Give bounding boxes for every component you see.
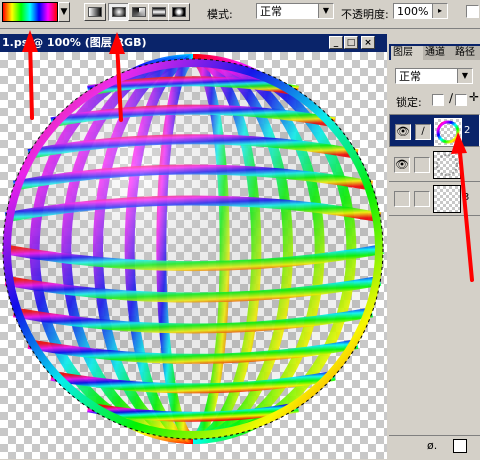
arrow-gradient-picker-icon bbox=[22, 30, 38, 120]
arrow-layer-thumbnail-icon bbox=[451, 132, 474, 282]
arrow-radial-button-icon bbox=[109, 32, 125, 122]
annotation-arrows bbox=[22, 30, 474, 282]
